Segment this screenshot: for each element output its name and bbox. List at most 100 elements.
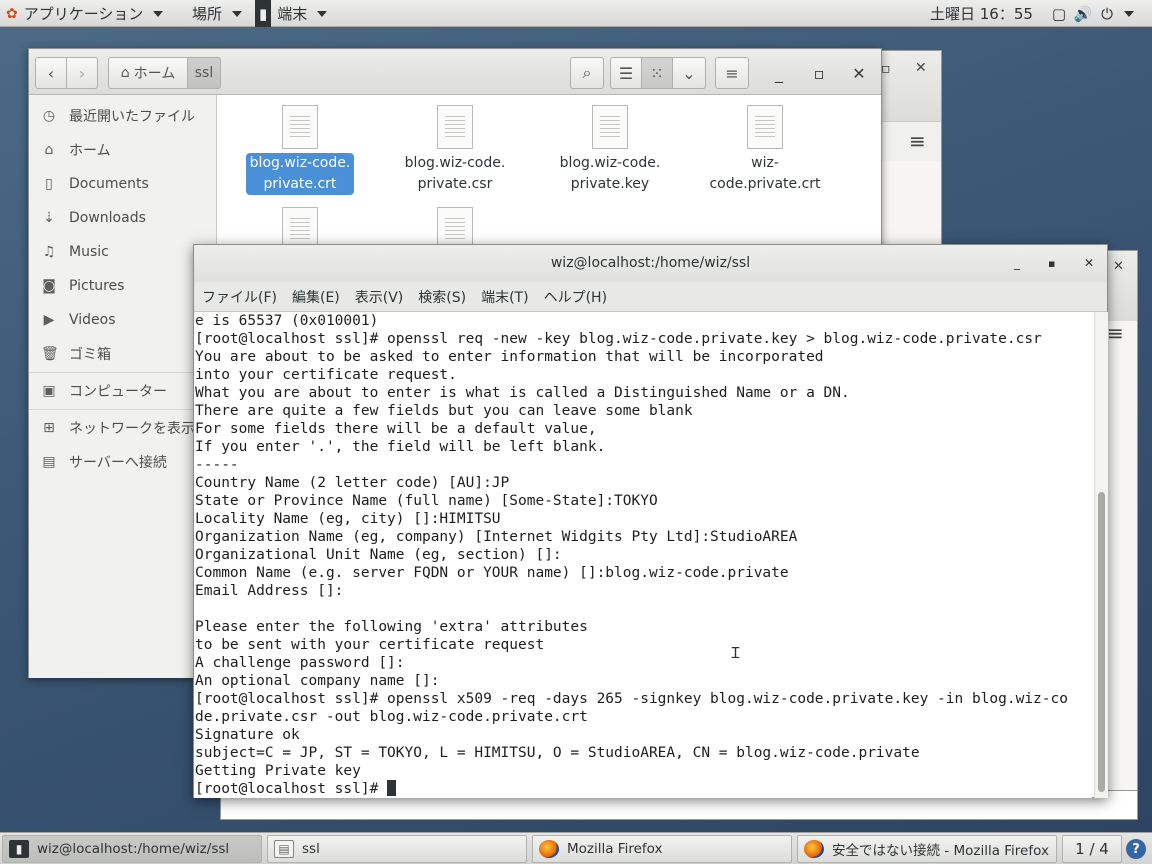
minimize-icon[interactable]: ▫: [881, 61, 891, 77]
file-item[interactable]: blog.wiz-code. private.key: [545, 105, 675, 195]
taskbar-item-label: 安全ではない接続 - Mozilla Firefox: [832, 843, 1049, 859]
close-icon[interactable]: ✕: [915, 60, 927, 76]
minimize-button[interactable]: _: [765, 59, 793, 87]
window-title: wiz@localhost:/home/wiz/ssl: [550, 255, 751, 271]
taskbar-item-firefox[interactable]: Mozilla Firefox: [532, 835, 792, 863]
terminal-output[interactable]: e is 65537 (0x010001) [root@localhost ssl…: [194, 312, 1092, 798]
sidebar-item-trash[interactable]: 🗑 ゴミ箱: [29, 337, 216, 371]
menu-view[interactable]: 表示(V): [355, 287, 404, 307]
menu-file[interactable]: ファイル(F): [202, 287, 277, 307]
menu-button[interactable]: ≡: [715, 57, 749, 89]
sidebar-item-music[interactable]: ♫ Music: [29, 235, 216, 269]
sidebar-item-recent[interactable]: ◷ 最近開いたファイル: [29, 99, 216, 133]
terminal-line: into your certificate request.: [195, 367, 457, 383]
taskbar-item-firefox-insecure[interactable]: 安全ではない接続 - Mozilla Firefox: [797, 835, 1057, 863]
grid-icon: ⁙: [650, 63, 664, 83]
file-item[interactable]: wiz-code.private.crt: [695, 105, 835, 195]
list-icon: ☰: [618, 63, 634, 83]
terminal-line: -----: [195, 457, 239, 473]
menu-icon: ≡: [725, 63, 739, 83]
taskbar-item-terminal[interactable]: ▮ wiz@localhost:/home/wiz/ssl: [2, 835, 262, 863]
screen-icon: ▢: [1051, 4, 1067, 23]
terminal-line: subject=C = JP, ST = TOKYO, L = HIMITSU,…: [195, 745, 920, 761]
document-icon: ▯: [45, 176, 53, 192]
terminal-icon: ▮: [255, 0, 272, 27]
firefox-icon: [804, 840, 824, 858]
sidebar-item-pictures[interactable]: ◙ Pictures: [29, 269, 216, 303]
forward-button[interactable]: ›: [66, 57, 98, 89]
terminal-window: wiz@localhost:/home/wiz/ssl _ ▪ ✕ ファイル(F…: [193, 244, 1108, 798]
menu-terminal[interactable]: 端末(T): [481, 287, 528, 307]
breadcrumb-home[interactable]: ⌂ ホーム: [108, 57, 188, 89]
files-icon: ▤: [274, 840, 294, 858]
menu-icon[interactable]: ≡: [909, 129, 926, 153]
text-file-icon: [747, 105, 783, 149]
text-file-icon: [592, 105, 628, 149]
search-button[interactable]: ⌕: [570, 57, 604, 89]
close-icon[interactable]: ✕: [1084, 245, 1094, 282]
scrollbar-thumb[interactable]: [1098, 492, 1105, 792]
clock[interactable]: 土曜日 16：55: [930, 0, 1033, 27]
breadcrumb-current-label: ssl: [194, 65, 214, 81]
sidebar-item-label: サーバーへ接続: [69, 455, 167, 471]
view-options-button[interactable]: ⌄: [672, 57, 706, 89]
sidebar-item-label: Documents: [69, 176, 149, 192]
sidebar-item-documents[interactable]: ▯ Documents: [29, 167, 216, 201]
file-item[interactable]: blog.wiz-code. private.csr: [390, 105, 520, 195]
sidebar-item-downloads[interactable]: ⇣ Downloads: [29, 201, 216, 235]
file-name: blog.wiz-code. private.csr: [404, 155, 506, 192]
chevron-down-icon: [232, 10, 243, 17]
chevron-down-icon: ⌄: [682, 63, 696, 83]
grid-view-button[interactable]: ⁙: [641, 57, 673, 89]
app-menu-label: 端末: [277, 5, 308, 23]
home-icon: ⌂: [44, 142, 54, 158]
sidebar-item-label: ネットワークを表示: [69, 421, 195, 437]
sidebar-item-label: ゴミ箱: [69, 347, 111, 363]
workspace-switcher[interactable]: 1 / 4: [1062, 835, 1122, 863]
sidebar-item-label: Videos: [69, 312, 116, 328]
sidebar-item-videos[interactable]: ▶ Videos: [29, 303, 216, 337]
menu-search[interactable]: 検索(S): [418, 287, 466, 307]
applications-menu[interactable]: ✿ アプリケーション: [6, 0, 164, 27]
menu-icon[interactable]: ≡: [1107, 321, 1124, 345]
close-button[interactable]: ✕: [845, 59, 873, 87]
firefox-icon: [539, 840, 559, 858]
maximize-icon[interactable]: ▪: [1048, 245, 1055, 282]
terminal-line: What you are about to enter is what is c…: [195, 385, 850, 401]
minimize-icon[interactable]: _: [1014, 245, 1020, 282]
terminal-scrollbar[interactable]: [1094, 312, 1108, 798]
sidebar-item-label: Pictures: [69, 278, 125, 294]
breadcrumb-current[interactable]: ssl: [187, 57, 221, 89]
terminal-icon: ▮: [9, 840, 29, 858]
maximize-icon: ▫: [813, 63, 825, 83]
taskbar-item-label: wiz@localhost:/home/wiz/ssl: [37, 841, 230, 857]
places-menu[interactable]: 場所: [192, 0, 243, 27]
network-icon: ⊞: [43, 420, 55, 436]
sidebar-item-connect-server[interactable]: ▤ サーバーへ接続: [29, 445, 216, 479]
menu-edit[interactable]: 編集(E): [292, 287, 340, 307]
home-icon: ⌂: [120, 65, 130, 81]
system-status-area[interactable]: ▢ 🔊 ⏻: [1048, 0, 1134, 27]
music-icon: ♫: [42, 244, 56, 260]
taskbar-item-files[interactable]: ▤ ssl: [267, 835, 527, 863]
maximize-button[interactable]: ▫: [805, 59, 833, 87]
sidebar-item-home[interactable]: ⌂ ホーム: [29, 133, 216, 167]
sidebar-separator: [29, 409, 216, 410]
sidebar-item-network[interactable]: ⊞ ネットワークを表示: [29, 411, 216, 445]
search-icon: ⌕: [582, 63, 592, 82]
back-button[interactable]: ‹: [35, 57, 67, 89]
terminal-titlebar[interactable]: wiz@localhost:/home/wiz/ssl _ ▪ ✕: [194, 245, 1107, 282]
list-view-button[interactable]: ☰: [610, 57, 642, 89]
app-menu-terminal[interactable]: ▮ 端末: [255, 0, 328, 27]
terminal-line: A challenge password []:: [195, 655, 405, 671]
chevron-left-icon: ‹: [47, 63, 55, 83]
file-item[interactable]: blog.wiz-code. private.crt: [235, 105, 365, 195]
help-icon[interactable]: ?: [1126, 839, 1146, 859]
menu-help[interactable]: ヘルプ(H): [544, 287, 607, 307]
sidebar-item-label: コンピューター: [69, 384, 167, 400]
download-icon: ⇣: [43, 210, 55, 226]
top-panel: ✿ アプリケーション 場所 ▮ 端末 土曜日 16：55 ▢ 🔊 ⏻: [0, 0, 1152, 27]
sidebar-item-computer[interactable]: ▣ コンピューター: [29, 374, 216, 408]
close-icon[interactable]: ✕: [1113, 259, 1124, 274]
chevron-down-icon: [153, 10, 164, 17]
